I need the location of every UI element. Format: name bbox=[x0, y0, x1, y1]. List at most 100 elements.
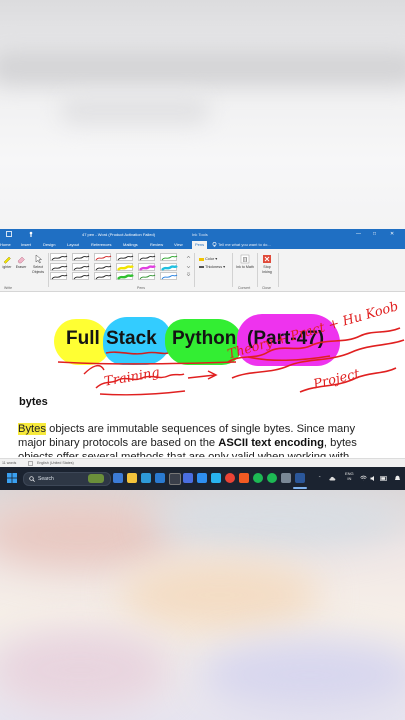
pen-stroke-icon bbox=[95, 274, 112, 280]
cloud-icon[interactable] bbox=[329, 475, 336, 482]
ink-to-math-button[interactable]: π Ink to Math bbox=[236, 254, 254, 270]
tab-layout[interactable]: Layout bbox=[67, 242, 79, 247]
tab-design[interactable]: Design bbox=[43, 242, 55, 247]
pen-swatch[interactable] bbox=[138, 253, 156, 261]
file-explorer-icon[interactable] bbox=[127, 473, 137, 483]
ink-to-math-label: Ink to Math bbox=[236, 265, 254, 269]
tell-me-search[interactable]: Tell me what you want to do... bbox=[218, 242, 271, 247]
pen-swatch[interactable] bbox=[138, 262, 156, 271]
battery-icon[interactable] bbox=[380, 475, 388, 482]
highlighter-tool[interactable]: ighter bbox=[0, 254, 14, 270]
ink-tools-context-label: Ink Tools bbox=[192, 232, 208, 237]
pen-swatch[interactable] bbox=[72, 272, 90, 280]
proofing-icon[interactable] bbox=[28, 461, 33, 466]
pen-swatch[interactable] bbox=[72, 262, 90, 271]
pen-swatch[interactable] bbox=[50, 253, 68, 261]
active-app-indicator bbox=[293, 487, 307, 489]
close-group-label: Close bbox=[262, 286, 271, 290]
pen-swatch[interactable] bbox=[160, 272, 178, 280]
document-page[interactable]: Full Stack Python (Part-47) Training The… bbox=[0, 292, 405, 458]
ink-underline-stack bbox=[105, 351, 169, 355]
pen-stroke-icon bbox=[73, 274, 90, 280]
stop-inking-button[interactable]: Stop Inking bbox=[259, 254, 275, 274]
pen-stroke-icon bbox=[161, 264, 178, 271]
terminal-icon[interactable] bbox=[169, 473, 181, 485]
vscode-icon[interactable] bbox=[155, 473, 165, 483]
spotify-icon[interactable] bbox=[267, 473, 277, 483]
select-objects-tool[interactable]: Select Objects bbox=[30, 254, 46, 274]
word-icon[interactable] bbox=[295, 473, 305, 483]
app-icon[interactable] bbox=[211, 473, 221, 483]
pen-stroke-icon bbox=[73, 265, 90, 270]
pen-swatch[interactable] bbox=[160, 262, 178, 271]
para-line-3-partial: objects offer several methods that are o… bbox=[18, 451, 350, 457]
windows-start-icon[interactable] bbox=[7, 473, 17, 483]
pen-swatch[interactable] bbox=[138, 272, 156, 280]
eraser-icon bbox=[17, 256, 25, 264]
section-heading-bytes: bytes bbox=[19, 396, 48, 408]
pen-swatch[interactable] bbox=[50, 272, 68, 280]
pen-swatch[interactable] bbox=[94, 272, 112, 280]
brave-icon[interactable] bbox=[239, 473, 249, 483]
tab-review[interactable]: Review bbox=[150, 242, 163, 247]
volume-icon[interactable] bbox=[370, 475, 377, 482]
pen-swatch[interactable] bbox=[94, 253, 112, 261]
minimize-button[interactable]: — bbox=[356, 231, 361, 237]
spotify-icon[interactable] bbox=[253, 473, 263, 483]
para-line-2a: major binary protocols are based on the bbox=[18, 437, 219, 449]
language-indicator[interactable]: ENG IN bbox=[345, 471, 354, 481]
pen-swatch[interactable] bbox=[116, 262, 134, 271]
pen-swatch[interactable] bbox=[72, 253, 90, 261]
blur-band bbox=[60, 95, 210, 125]
edge-icon[interactable] bbox=[141, 473, 151, 483]
pen-stroke-icon bbox=[139, 264, 156, 271]
highlighter-label: ighter bbox=[2, 265, 12, 269]
ribbon-divider bbox=[257, 253, 258, 287]
search-highlight-image bbox=[88, 474, 104, 483]
tab-view[interactable]: View bbox=[174, 242, 183, 247]
tab-pens[interactable]: Pens bbox=[192, 241, 208, 249]
gallery-scroll-icon[interactable] bbox=[186, 255, 191, 277]
highlighted-word-bytes: Bytes bbox=[18, 423, 46, 435]
eraser-tool[interactable]: Eraser bbox=[14, 254, 28, 270]
pen-swatch[interactable] bbox=[50, 262, 68, 271]
search-icon bbox=[29, 476, 35, 482]
close-button[interactable]: ✕ bbox=[390, 231, 394, 237]
para-line-2b: , bytes bbox=[323, 437, 357, 449]
tab-home[interactable]: Home bbox=[0, 242, 11, 247]
pens-ribbon: ighter Eraser Select Objects Write Pens … bbox=[0, 249, 405, 292]
language-status[interactable]: English (United States) bbox=[37, 461, 74, 465]
notifications-icon[interactable] bbox=[394, 475, 401, 482]
color-dropdown[interactable]: Color ▾ bbox=[199, 256, 217, 261]
pen-swatch[interactable] bbox=[94, 262, 112, 271]
maximize-button[interactable]: □ bbox=[373, 231, 376, 237]
chrome-icon[interactable] bbox=[225, 473, 235, 483]
word-count[interactable]: 11 words bbox=[2, 461, 16, 465]
ribbon-divider bbox=[232, 253, 233, 287]
ribbon-divider bbox=[278, 253, 279, 287]
blur-blob bbox=[200, 640, 405, 710]
ribbon-tabs: Home Insert Design Layout References Mai… bbox=[0, 240, 405, 249]
pen-swatch[interactable] bbox=[116, 253, 134, 261]
blurred-background-top bbox=[0, 0, 405, 229]
pen-swatch[interactable] bbox=[160, 253, 178, 261]
blurred-background-bottom bbox=[0, 490, 405, 720]
widgets-icon[interactable] bbox=[113, 473, 123, 483]
save-icon[interactable] bbox=[6, 231, 12, 237]
wifi-icon[interactable] bbox=[360, 475, 367, 482]
store-icon[interactable] bbox=[183, 473, 193, 483]
tab-insert[interactable]: Insert bbox=[21, 242, 31, 247]
blur-blob bbox=[120, 560, 320, 630]
touch-mode-icon[interactable] bbox=[28, 231, 34, 237]
tab-references[interactable]: References bbox=[91, 242, 111, 247]
taskbar-search-box[interactable]: Search bbox=[23, 472, 111, 486]
tray-overflow-icon[interactable]: ⌃ bbox=[318, 475, 321, 480]
app-icon[interactable] bbox=[197, 473, 207, 483]
thickness-dropdown[interactable]: Thickness ▾ bbox=[199, 264, 225, 269]
pen-swatch[interactable] bbox=[116, 272, 134, 280]
tab-mailings[interactable]: Mailings bbox=[123, 242, 138, 247]
app-icon[interactable] bbox=[281, 473, 291, 483]
blur-band bbox=[0, 50, 405, 85]
pen-stroke-icon bbox=[139, 274, 156, 280]
ink-annotations bbox=[57, 327, 405, 396]
